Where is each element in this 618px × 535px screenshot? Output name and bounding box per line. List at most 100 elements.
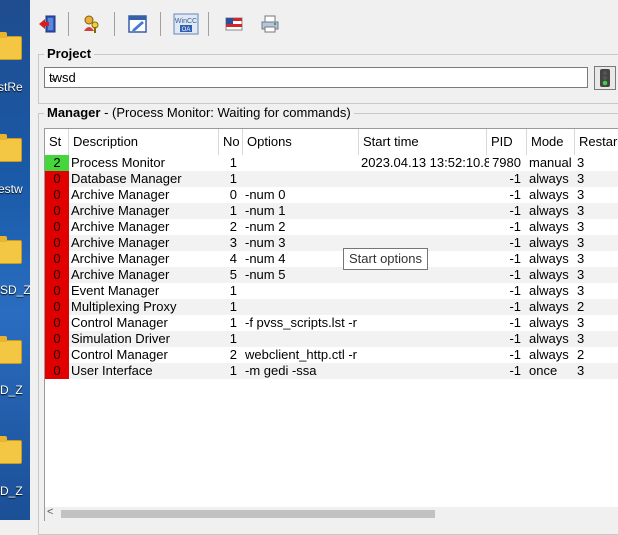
cell-restart: 3 <box>577 155 585 170</box>
status-cell: 0 <box>45 299 69 315</box>
tooltip: Start options <box>343 248 428 270</box>
cell-restart: 3 <box>577 203 585 218</box>
desktop-label: D_Z <box>0 383 23 397</box>
table-row[interactable]: 0 Database Manager 1 -1 always 3 <box>45 171 618 187</box>
cell-start <box>359 171 489 187</box>
column-header[interactable]: PID <box>487 129 527 155</box>
cell-opt: webclient_http.ctl -r <box>245 347 357 362</box>
cell-opt: -num 1 <box>245 203 286 218</box>
status-cell: 0 <box>45 315 69 331</box>
cell-desc: User Interface <box>71 363 153 378</box>
status-cell: 0 <box>45 251 69 267</box>
table-row[interactable]: 0 Control Manager 1 -f pvss_scripts.lst -r -… <box>45 315 618 331</box>
users-key-icon[interactable] <box>80 12 104 36</box>
status-cell: 0 <box>45 283 69 299</box>
status-cell: 0 <box>45 171 69 187</box>
traffic-light-button[interactable] <box>594 66 616 90</box>
table-row[interactable]: 0 Archive Manager 0 -num 0 -1 always 3 <box>45 187 618 203</box>
cell-desc: Multiplexing Proxy <box>71 299 177 314</box>
cell-opt <box>243 283 361 299</box>
cell-opt: -f pvss_scripts.lst -r <box>245 315 357 330</box>
cell-mode: always <box>529 171 569 186</box>
desktop-label: D_Z <box>0 484 23 498</box>
wincc-oa-icon[interactable]: WinCC OA <box>172 12 200 36</box>
cell-no: 0 <box>229 187 237 202</box>
scrollbar-thumb[interactable] <box>61 510 435 518</box>
column-header[interactable]: Restar <box>575 129 618 155</box>
cell-pid: -1 <box>509 219 521 234</box>
cell-desc: Archive Manager <box>71 251 170 266</box>
cell-mode: always <box>529 299 569 314</box>
horizontal-scrollbar[interactable]: < <box>45 506 618 521</box>
desktop-folder-icon[interactable] <box>0 436 28 464</box>
table-row[interactable]: 0 Archive Manager 5 -num 5 -1 always 3 <box>45 267 618 283</box>
status-cell: 0 <box>45 363 69 379</box>
table-row[interactable]: 2 Process Monitor 1 2023.04.13 13:52:10.8 79… <box>45 155 618 171</box>
cell-desc: Archive Manager <box>71 203 170 218</box>
table-row[interactable]: 0 Control Manager 2 webclient_http.ctl -r -1… <box>45 347 618 363</box>
table-row[interactable]: 0 Archive Manager 1 -num 1 -1 always 3 <box>45 203 618 219</box>
table-row[interactable]: 0 User Interface 1 -m gedi -ssa -1 once 3 <box>45 363 618 379</box>
manager-group-title: Manager - (Process Monitor: Waiting for … <box>44 105 354 120</box>
manager-table: St Description No Options Start time PID Mode R… <box>44 128 618 521</box>
cell-desc: Simulation Driver <box>71 331 170 346</box>
column-header[interactable]: Start time <box>359 129 487 155</box>
desktop-folder-icon[interactable] <box>0 134 28 162</box>
column-header[interactable]: No <box>219 129 243 155</box>
desktop-strip: stRe estw SD_Z D_Z D_Z <box>0 0 30 520</box>
status-cell: 0 <box>45 187 69 203</box>
printer-icon[interactable] <box>258 12 282 36</box>
column-header[interactable]: Description <box>69 129 219 155</box>
desktop-label: estw <box>0 182 23 196</box>
column-header[interactable]: Options <box>243 129 359 155</box>
cell-pid: -1 <box>509 251 521 266</box>
cell-mode: always <box>529 315 569 330</box>
cell-no: 1 <box>229 331 237 346</box>
desktop-folder-icon[interactable] <box>0 32 28 60</box>
cell-restart: 3 <box>577 187 585 202</box>
cell-start <box>359 219 489 235</box>
cell-restart: 3 <box>577 363 585 378</box>
cell-no: 2 <box>229 219 237 234</box>
table-row[interactable]: 0 Event Manager 1 -1 always 3 <box>45 283 618 299</box>
exit-icon[interactable] <box>36 12 60 36</box>
cell-mode: always <box>529 203 569 218</box>
cell-pid: -1 <box>509 315 521 330</box>
desktop-folder-icon[interactable] <box>0 236 28 264</box>
cell-no: 5 <box>229 267 237 282</box>
status-cell: 0 <box>45 331 69 347</box>
table-row[interactable]: 0 Multiplexing Proxy 1 -1 always 2 <box>45 299 618 315</box>
table-row[interactable]: 0 Archive Manager 3 -num 3 -1 always 3 <box>45 235 618 251</box>
table-row[interactable]: 0 Simulation Driver 1 -1 always 3 <box>45 331 618 347</box>
cell-no: 1 <box>229 171 237 186</box>
cell-opt: -m gedi -ssa <box>245 363 317 378</box>
cell-start <box>359 315 489 331</box>
table-row[interactable]: 0 Archive Manager 4 -num 4 -1 always 3 <box>45 251 618 267</box>
edit-icon[interactable] <box>126 12 150 36</box>
flag-icon[interactable] <box>222 12 246 36</box>
cell-mode: always <box>529 219 569 234</box>
wincc-console-window: WinCC OA Project twsd ⌄ Manager - (Proce… <box>30 0 618 535</box>
status-cell: 0 <box>45 235 69 251</box>
column-header[interactable]: Mode <box>527 129 575 155</box>
cell-desc: Archive Manager <box>71 267 170 282</box>
manager-subtitle: - (Process Monitor: Waiting for commands… <box>104 105 351 120</box>
cell-opt <box>243 331 361 347</box>
table-row[interactable]: 0 Archive Manager 2 -num 2 -1 always 3 <box>45 219 618 235</box>
cell-no: 1 <box>229 299 237 314</box>
cell-start <box>359 283 489 299</box>
cell-restart: 2 <box>577 347 585 362</box>
desktop-folder-icon[interactable] <box>0 336 28 364</box>
status-cell: 2 <box>45 155 69 171</box>
cell-desc: Database Manager <box>71 171 182 186</box>
cell-pid: -1 <box>509 283 521 298</box>
cell-start <box>359 347 489 363</box>
column-header[interactable]: St <box>45 129 69 155</box>
cell-no: 1 <box>229 363 237 378</box>
scroll-left-icon[interactable]: < <box>47 506 53 518</box>
project-select[interactable]: twsd ⌄ <box>44 67 588 88</box>
cell-pid: -1 <box>509 203 521 218</box>
cell-mode: always <box>529 235 569 250</box>
cell-opt <box>243 155 361 171</box>
status-cell: 0 <box>45 267 69 283</box>
